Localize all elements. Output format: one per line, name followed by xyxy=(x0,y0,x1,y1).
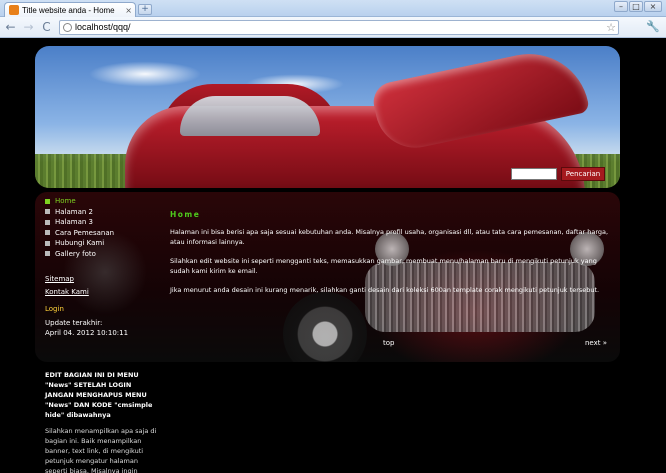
news-body: Silahkan menampilkan apa saja di bagian … xyxy=(45,427,157,473)
news-title: EDIT BAGIAN INI DI MENU "News" SETELAH L… xyxy=(45,371,153,419)
square-bullet-icon xyxy=(45,219,50,225)
close-window-button[interactable]: × xyxy=(644,1,662,12)
page-viewport: Pencarian Home Halaman 2 Halaman 3 Cara Pem… xyxy=(0,38,666,473)
sidebar-item-gallery-foto[interactable]: Gallery foto xyxy=(45,249,160,260)
reload-button[interactable]: C xyxy=(39,20,54,35)
login-link[interactable]: Login xyxy=(45,305,160,313)
sidebar: Home Halaman 2 Halaman 3 Cara Pemesanan Hubu… xyxy=(45,196,160,338)
browser-toolbar: ← → C localhost/qqq/ ☆ 🔧 xyxy=(0,17,666,38)
main-content: Home Halaman ini bisa berisi apa saja se… xyxy=(170,210,615,304)
url-text[interactable]: localhost/qqq/ xyxy=(75,22,606,32)
update-value: April 04. 2012 10:10:11 xyxy=(45,329,129,337)
sidebar-menu: Home Halaman 2 Halaman 3 Cara Pemesanan Hubu… xyxy=(45,196,160,259)
sidebar-item-label: Halaman 2 xyxy=(55,207,94,216)
bookmark-star-icon[interactable]: ☆ xyxy=(606,21,616,34)
next-link[interactable]: next » xyxy=(585,339,607,347)
content-paragraph: Jika menurut anda desain ini kurang mena… xyxy=(170,286,600,294)
search-button[interactable]: Pencarian xyxy=(561,167,605,181)
sidebar-item-label: Home xyxy=(55,197,76,205)
content-paragraph: Halaman ini bisa berisi apa saja sesuai … xyxy=(170,228,609,246)
tab-title: Title website anda - Home xyxy=(22,5,115,15)
site-wrapper: Pencarian Home Halaman 2 Halaman 3 Cara Pem… xyxy=(35,46,620,473)
square-bullet-icon xyxy=(45,209,50,215)
maximize-button[interactable]: □ xyxy=(629,1,643,12)
favicon-icon xyxy=(9,5,19,15)
sidebar-item-hubungi-kami[interactable]: Hubungi Kami xyxy=(45,238,160,249)
sidebar-item-label: Hubungi Kami xyxy=(55,239,105,247)
search-input[interactable] xyxy=(511,168,557,180)
top-link[interactable]: top xyxy=(383,339,394,347)
square-bullet-icon xyxy=(45,251,50,257)
minimize-button[interactable]: – xyxy=(614,1,628,12)
last-update: Update terakhir: April 04. 2012 10:10:11 xyxy=(45,318,160,338)
contact-link[interactable]: Kontak Kami xyxy=(45,288,160,296)
sidebar-item-home[interactable]: Home xyxy=(45,196,160,207)
car-window xyxy=(180,96,320,136)
sidebar-item-label: Halaman 3 xyxy=(55,218,94,226)
update-label: Update terakhir: xyxy=(45,319,103,327)
window-controls: – □ × xyxy=(614,1,662,12)
new-tab-button[interactable]: + xyxy=(138,4,152,15)
square-bullet-icon xyxy=(45,240,50,246)
square-bullet-icon xyxy=(45,198,50,204)
page-icon xyxy=(63,22,72,32)
address-bar[interactable]: localhost/qqq/ ☆ xyxy=(59,19,619,35)
forward-button[interactable]: → xyxy=(21,20,36,35)
wrench-menu-icon[interactable]: 🔧 xyxy=(646,20,660,33)
sidebar-item-cara-pemesanan[interactable]: Cara Pemesanan xyxy=(45,228,160,239)
sitemap-link[interactable]: Sitemap xyxy=(45,275,160,283)
back-button[interactable]: ← xyxy=(3,20,18,35)
sidebar-item-halaman-2[interactable]: Halaman 2 xyxy=(45,207,160,218)
tab-close-icon[interactable]: × xyxy=(125,6,132,15)
sidebar-item-label: Cara Pemesanan xyxy=(55,228,115,237)
content-paragraph: Silahkan edit website ini seperti mengga… xyxy=(170,257,597,275)
square-bullet-icon xyxy=(45,230,50,236)
header-banner: Pencarian xyxy=(35,46,620,188)
sidebar-item-halaman-3[interactable]: Halaman 3 xyxy=(45,217,160,228)
browser-tabstrip: Title website anda - Home × + – □ × xyxy=(0,0,666,17)
browser-tab[interactable]: Title website anda - Home × xyxy=(4,2,136,17)
page-title: Home xyxy=(170,210,201,219)
sidebar-item-label: Gallery foto xyxy=(55,249,96,258)
